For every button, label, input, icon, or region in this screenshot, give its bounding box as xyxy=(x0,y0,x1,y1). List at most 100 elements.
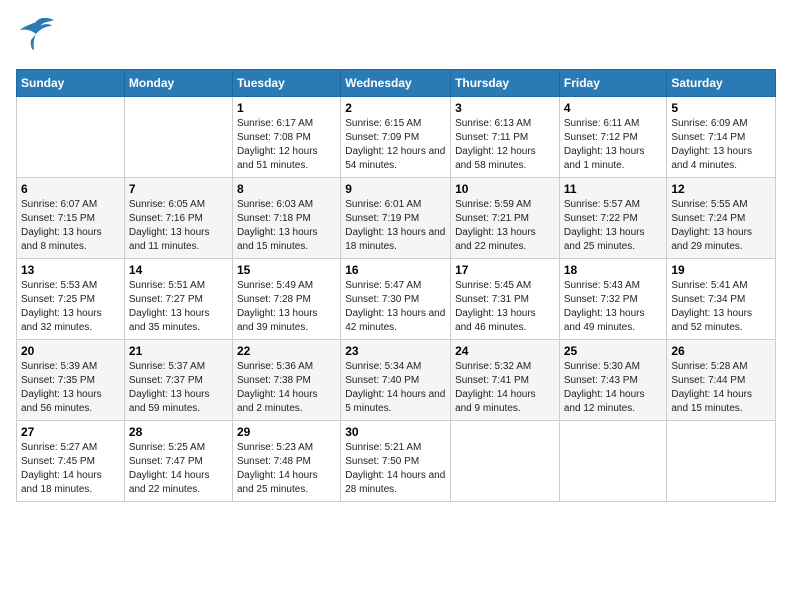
day-info: Sunrise: 6:07 AMSunset: 7:15 PMDaylight:… xyxy=(21,198,120,254)
day-info: Sunrise: 5:45 AMSunset: 7:31 PMDaylight:… xyxy=(455,279,555,335)
day-info: Sunrise: 5:51 AMSunset: 7:27 PMDaylight:… xyxy=(129,279,228,335)
calendar-cell: 11Sunrise: 5:57 AMSunset: 7:22 PMDayligh… xyxy=(559,178,667,259)
calendar-cell: 24 Sunrise: 5:32 AMSunset: 7:41 PMDayligh… xyxy=(451,340,560,421)
day-number: 26 xyxy=(671,344,771,358)
day-info: Sunrise: 6:15 AMSunset: 7:09 PMDaylight:… xyxy=(345,117,446,173)
calendar-cell: 25 Sunrise: 5:30 AMSunset: 7:43 PMDayligh… xyxy=(559,340,667,421)
calendar-cell xyxy=(17,97,125,178)
weekday-header-monday: Monday xyxy=(124,70,232,97)
day-number: 5 xyxy=(671,101,771,115)
calendar-cell: 15Sunrise: 5:49 AMSunset: 7:28 PMDayligh… xyxy=(232,259,340,340)
day-number: 16 xyxy=(345,263,446,277)
calendar-cell: 14 Sunrise: 5:51 AMSunset: 7:27 PMDayligh… xyxy=(124,259,232,340)
logo xyxy=(16,16,60,59)
day-number: 24 xyxy=(455,344,555,358)
day-number: 22 xyxy=(237,344,336,358)
calendar-cell: 30Sunrise: 5:21 AMSunset: 7:50 PMDayligh… xyxy=(341,421,451,502)
day-info: Sunrise: 5:39 AMSunset: 7:35 PMDaylight:… xyxy=(21,360,120,416)
calendar-cell: 10 Sunrise: 5:59 AMSunset: 7:21 PMDayligh… xyxy=(451,178,560,259)
day-info: Sunrise: 5:53 AMSunset: 7:25 PMDaylight:… xyxy=(21,279,120,335)
day-number: 9 xyxy=(345,182,446,196)
logo-bird-icon xyxy=(16,16,56,59)
day-info: Sunrise: 5:59 AMSunset: 7:21 PMDaylight:… xyxy=(455,198,555,254)
day-info: Sunrise: 5:36 AMSunset: 7:38 PMDaylight:… xyxy=(237,360,336,416)
day-number: 28 xyxy=(129,425,228,439)
day-info: Sunrise: 5:30 AMSunset: 7:43 PMDaylight:… xyxy=(564,360,663,416)
weekday-header-wednesday: Wednesday xyxy=(341,70,451,97)
day-number: 15 xyxy=(237,263,336,277)
calendar-cell: 21 Sunrise: 5:37 AMSunset: 7:37 PMDayligh… xyxy=(124,340,232,421)
day-number: 7 xyxy=(129,182,228,196)
calendar-cell: 27 Sunrise: 5:27 AMSunset: 7:45 PMDayligh… xyxy=(17,421,125,502)
day-info: Sunrise: 6:05 AMSunset: 7:16 PMDaylight:… xyxy=(129,198,228,254)
weekday-header-row: SundayMondayTuesdayWednesdayThursdayFrid… xyxy=(17,70,776,97)
calendar-cell: 9Sunrise: 6:01 AMSunset: 7:19 PMDaylight… xyxy=(341,178,451,259)
day-number: 3 xyxy=(455,101,555,115)
week-row-3: 13 Sunrise: 5:53 AMSunset: 7:25 PMDayligh… xyxy=(17,259,776,340)
calendar-cell: 12Sunrise: 5:55 AMSunset: 7:24 PMDayligh… xyxy=(667,178,776,259)
day-info: Sunrise: 5:28 AMSunset: 7:44 PMDaylight:… xyxy=(671,360,771,416)
day-info: Sunrise: 5:34 AMSunset: 7:40 PMDaylight:… xyxy=(345,360,446,416)
weekday-header-sunday: Sunday xyxy=(17,70,125,97)
calendar-cell: 16 Sunrise: 5:47 AMSunset: 7:30 PMDayligh… xyxy=(341,259,451,340)
day-info: Sunrise: 6:03 AMSunset: 7:18 PMDaylight:… xyxy=(237,198,336,254)
calendar-table: SundayMondayTuesdayWednesdayThursdayFrid… xyxy=(16,69,776,502)
week-row-1: 1 Sunrise: 6:17 AMSunset: 7:08 PMDaylight… xyxy=(17,97,776,178)
calendar-cell xyxy=(451,421,560,502)
day-number: 25 xyxy=(564,344,663,358)
calendar-cell: 18Sunrise: 5:43 AMSunset: 7:32 PMDayligh… xyxy=(559,259,667,340)
calendar-cell: 4 Sunrise: 6:11 AMSunset: 7:12 PMDaylight… xyxy=(559,97,667,178)
calendar-cell xyxy=(124,97,232,178)
calendar-cell: 3 Sunrise: 6:13 AMSunset: 7:11 PMDaylight… xyxy=(451,97,560,178)
day-number: 1 xyxy=(237,101,336,115)
day-info: Sunrise: 6:17 AMSunset: 7:08 PMDaylight:… xyxy=(237,117,336,173)
day-number: 6 xyxy=(21,182,120,196)
calendar-cell xyxy=(667,421,776,502)
day-info: Sunrise: 5:37 AMSunset: 7:37 PMDaylight:… xyxy=(129,360,228,416)
day-number: 14 xyxy=(129,263,228,277)
day-number: 27 xyxy=(21,425,120,439)
week-row-2: 6 Sunrise: 6:07 AMSunset: 7:15 PMDaylight… xyxy=(17,178,776,259)
day-number: 29 xyxy=(237,425,336,439)
calendar-cell: 5 Sunrise: 6:09 AMSunset: 7:14 PMDaylight… xyxy=(667,97,776,178)
calendar-cell: 1 Sunrise: 6:17 AMSunset: 7:08 PMDaylight… xyxy=(232,97,340,178)
day-number: 8 xyxy=(237,182,336,196)
day-info: Sunrise: 5:47 AMSunset: 7:30 PMDaylight:… xyxy=(345,279,446,335)
day-info: Sunrise: 5:32 AMSunset: 7:41 PMDaylight:… xyxy=(455,360,555,416)
day-info: Sunrise: 6:09 AMSunset: 7:14 PMDaylight:… xyxy=(671,117,771,173)
calendar-cell: 2 Sunrise: 6:15 AMSunset: 7:09 PMDaylight… xyxy=(341,97,451,178)
calendar-cell: 28 Sunrise: 5:25 AMSunset: 7:47 PMDayligh… xyxy=(124,421,232,502)
day-number: 10 xyxy=(455,182,555,196)
day-info: Sunrise: 5:41 AMSunset: 7:34 PMDaylight:… xyxy=(671,279,771,335)
day-number: 12 xyxy=(671,182,771,196)
weekday-header-thursday: Thursday xyxy=(451,70,560,97)
calendar-cell xyxy=(559,421,667,502)
day-info: Sunrise: 5:25 AMSunset: 7:47 PMDaylight:… xyxy=(129,441,228,497)
day-number: 23 xyxy=(345,344,446,358)
calendar-cell: 23 Sunrise: 5:34 AMSunset: 7:40 PMDayligh… xyxy=(341,340,451,421)
calendar-cell: 13 Sunrise: 5:53 AMSunset: 7:25 PMDayligh… xyxy=(17,259,125,340)
day-number: 21 xyxy=(129,344,228,358)
calendar-cell: 8 Sunrise: 6:03 AMSunset: 7:18 PMDaylight… xyxy=(232,178,340,259)
day-info: Sunrise: 6:13 AMSunset: 7:11 PMDaylight:… xyxy=(455,117,555,173)
day-number: 4 xyxy=(564,101,663,115)
calendar-cell: 26 Sunrise: 5:28 AMSunset: 7:44 PMDayligh… xyxy=(667,340,776,421)
header xyxy=(16,16,776,59)
weekday-header-friday: Friday xyxy=(559,70,667,97)
day-number: 19 xyxy=(671,263,771,277)
calendar-cell: 17 Sunrise: 5:45 AMSunset: 7:31 PMDayligh… xyxy=(451,259,560,340)
week-row-5: 27 Sunrise: 5:27 AMSunset: 7:45 PMDayligh… xyxy=(17,421,776,502)
day-number: 2 xyxy=(345,101,446,115)
calendar-cell: 19 Sunrise: 5:41 AMSunset: 7:34 PMDayligh… xyxy=(667,259,776,340)
weekday-header-saturday: Saturday xyxy=(667,70,776,97)
day-info: Sunrise: 5:27 AMSunset: 7:45 PMDaylight:… xyxy=(21,441,120,497)
day-number: 17 xyxy=(455,263,555,277)
calendar-cell: 20 Sunrise: 5:39 AMSunset: 7:35 PMDayligh… xyxy=(17,340,125,421)
day-number: 13 xyxy=(21,263,120,277)
day-info: Sunrise: 5:21 AMSunset: 7:50 PMDaylight:… xyxy=(345,441,446,497)
day-info: Sunrise: 5:23 AMSunset: 7:48 PMDaylight:… xyxy=(237,441,336,497)
day-info: Sunrise: 5:43 AMSunset: 7:32 PMDaylight:… xyxy=(564,279,663,335)
day-info: Sunrise: 6:11 AMSunset: 7:12 PMDaylight:… xyxy=(564,117,663,173)
day-number: 20 xyxy=(21,344,120,358)
day-info: Sunrise: 5:57 AMSunset: 7:22 PMDaylight:… xyxy=(564,198,663,254)
